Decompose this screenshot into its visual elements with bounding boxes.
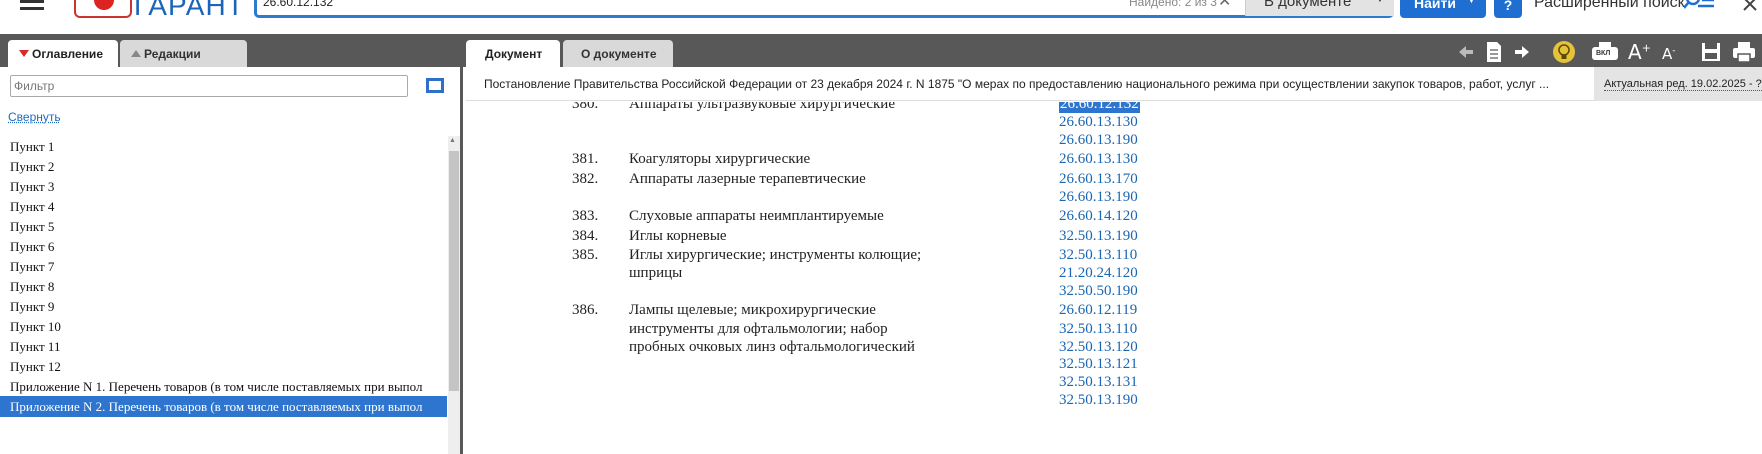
print-icon[interactable] bbox=[1732, 40, 1756, 64]
font-increase-icon[interactable]: A+ bbox=[1628, 40, 1654, 64]
code-link[interactable]: 26.60.12.119 bbox=[1059, 302, 1137, 319]
tab-toc-label: Оглавление bbox=[32, 47, 103, 61]
code-link[interactable]: 26.60.13.130 bbox=[1059, 151, 1138, 168]
row-number: 382. bbox=[572, 171, 599, 187]
toc-item[interactable]: Пункт 3 bbox=[0, 176, 447, 197]
code-link[interactable]: 32.50.13.110 bbox=[1059, 321, 1137, 338]
row-number: 386. bbox=[572, 302, 599, 318]
search-found-count: Найдено: 2 из 3 bbox=[1129, 0, 1217, 9]
toc-item[interactable]: Пункт 8 bbox=[0, 276, 447, 297]
advanced-search-link[interactable]: Расширенный поиск bbox=[1534, 0, 1685, 12]
chevron-down-icon: ▼ bbox=[1466, 0, 1477, 6]
row-name: Иглы корневые bbox=[629, 228, 727, 244]
save-icon[interactable] bbox=[1700, 40, 1722, 64]
filter-input[interactable]: Фильтр bbox=[10, 75, 408, 97]
row-name: Слуховые аппараты неимплантируемые bbox=[629, 208, 884, 224]
code-link[interactable]: 32.50.50.190 bbox=[1059, 283, 1138, 300]
document-icon[interactable] bbox=[1484, 40, 1504, 64]
row-number: 385. bbox=[572, 247, 599, 263]
filter-placeholder: Фильтр bbox=[14, 79, 55, 93]
toc-item[interactable]: Пункт 12 bbox=[0, 356, 447, 377]
arrow-right-icon[interactable] bbox=[1512, 40, 1532, 64]
menu-icon[interactable] bbox=[20, 0, 44, 12]
code-link[interactable]: 21.20.24.120 bbox=[1059, 265, 1138, 282]
row-number: 381. bbox=[572, 151, 599, 167]
tab-editions-label: Редакции bbox=[144, 47, 201, 61]
code-link[interactable]: 32.50.13.190 bbox=[1059, 392, 1138, 409]
collapse-link[interactable]: Свернуть bbox=[8, 110, 61, 124]
toc-item[interactable]: Пункт 4 bbox=[0, 196, 447, 217]
tab-about-label: О документе bbox=[581, 47, 657, 61]
help-button[interactable]: ? bbox=[1494, 0, 1522, 18]
toc-item[interactable]: Пункт 2 bbox=[0, 156, 447, 177]
code-link[interactable]: 26.60.14.120 bbox=[1059, 208, 1138, 225]
font-decrease-icon[interactable]: A- bbox=[1662, 45, 1684, 69]
code-link[interactable]: 26.60.13.170 bbox=[1059, 171, 1138, 188]
toc-item[interactable]: Пункт 9 bbox=[0, 296, 447, 317]
code-link[interactable]: 26.60.13.190 bbox=[1059, 189, 1138, 206]
row-name: шприцы bbox=[629, 265, 683, 281]
tab-document-label: Документ bbox=[485, 47, 543, 61]
tab-toc[interactable]: Оглавление bbox=[8, 40, 118, 67]
toc-item-selected[interactable]: Приложение N 2. Перечень товаров (в том … bbox=[0, 396, 447, 417]
toggle-on-label: ВКЛ bbox=[1596, 50, 1611, 57]
row-number: 383. bbox=[572, 208, 599, 224]
triangle-down-icon bbox=[19, 50, 29, 57]
lightbulb-icon[interactable] bbox=[1550, 40, 1578, 64]
row-number: 380. bbox=[572, 102, 599, 112]
search-scope-label: В документе bbox=[1264, 0, 1352, 10]
toc-item[interactable]: Пункт 6 bbox=[0, 236, 447, 257]
document-header: Постановление Правительства Российской Ф… bbox=[466, 67, 1762, 101]
chevron-down-icon: ▼ bbox=[1374, 0, 1386, 5]
arrow-left-icon[interactable] bbox=[1456, 40, 1476, 64]
document-title: Постановление Правительства Российской Ф… bbox=[484, 77, 1550, 91]
tab-document[interactable]: Документ bbox=[466, 40, 560, 67]
search-scope-select[interactable]: В документе ▼ bbox=[1245, 0, 1394, 16]
code-link-highlighted[interactable]: 26.60.12.132 bbox=[1059, 102, 1140, 113]
row-name: Иглы хирургические; инструменты колющие; bbox=[629, 247, 922, 263]
row-name: инструменты для офтальмологии; набор bbox=[629, 321, 888, 337]
advanced-search-icon[interactable] bbox=[1684, 0, 1714, 12]
garant-logo-icon[interactable] bbox=[74, 0, 132, 18]
code-link[interactable]: 32.50.13.120 bbox=[1059, 339, 1138, 356]
toc-item[interactable]: Пункт 7 bbox=[0, 256, 447, 277]
code-link[interactable]: 26.60.13.130 bbox=[1059, 114, 1138, 131]
toc-item[interactable]: Приложение N 1. Перечень товаров (в том … bbox=[0, 376, 447, 397]
search-box[interactable]: 26.60.12.132 Найдено: 2 из 3 ✕ В докумен… bbox=[254, 0, 1394, 18]
clear-search-icon[interactable]: ✕ bbox=[1218, 0, 1231, 11]
panel-toggle-icon[interactable] bbox=[426, 78, 444, 93]
toc-item[interactable]: Пункт 1 bbox=[0, 136, 447, 157]
search-input[interactable]: 26.60.12.132 bbox=[263, 0, 333, 9]
row-number: 384. bbox=[572, 228, 599, 244]
row-name: пробных очковых линз офтальмологический bbox=[629, 339, 915, 355]
scrollbar-thumb[interactable] bbox=[449, 151, 459, 391]
code-link[interactable]: 26.60.13.190 bbox=[1059, 132, 1138, 149]
close-icon[interactable] bbox=[1742, 0, 1758, 14]
scroll-up-icon[interactable]: ▲ bbox=[449, 137, 456, 144]
code-link[interactable]: 32.50.13.131 bbox=[1059, 374, 1138, 391]
toc-item[interactable]: Пункт 5 bbox=[0, 216, 447, 237]
actual-edition-badge[interactable]: Актуальная ред. 19.02.2025 - ? bbox=[1594, 67, 1762, 101]
code-link[interactable]: 32.50.13.110 bbox=[1059, 247, 1137, 264]
row-name: Аппараты ультразвуковые хирургические bbox=[629, 102, 895, 112]
toc-item[interactable]: Пункт 11 bbox=[0, 336, 447, 357]
actual-edition-label: Актуальная ред. 19.02.2025 - ? bbox=[1604, 78, 1762, 91]
logo-text[interactable]: ГАРАНТ bbox=[134, 0, 245, 22]
tab-editions[interactable]: Редакции bbox=[120, 40, 247, 67]
row-name: Лампы щелевые; микрохирургические bbox=[629, 302, 876, 318]
row-name: Коагуляторы хирургические bbox=[629, 151, 811, 167]
toc-item[interactable]: Пункт 10 bbox=[0, 316, 447, 337]
find-button[interactable]: Найти ▼ bbox=[1400, 0, 1486, 18]
toc-panel: Фильтр Свернуть Пункт 1 Пункт 2 Пункт 3 … bbox=[0, 67, 463, 454]
find-button-label: Найти bbox=[1414, 0, 1456, 11]
toggle-on-icon[interactable]: ВКЛ bbox=[1590, 40, 1620, 64]
top-bar: ГАРАНТ 26.60.12.132 Найдено: 2 из 3 ✕ В … bbox=[0, 0, 1762, 34]
tab-about-document[interactable]: О документе bbox=[563, 40, 673, 67]
row-name: Аппараты лазерные терапевтические bbox=[629, 171, 866, 187]
code-link[interactable]: 32.50.13.121 bbox=[1059, 356, 1138, 373]
code-link[interactable]: 32.50.13.190 bbox=[1059, 228, 1138, 245]
toc-list: Пункт 1 Пункт 2 Пункт 3 Пункт 4 Пункт 5 … bbox=[0, 136, 447, 454]
triangle-up-icon bbox=[131, 50, 141, 57]
document-body: 380. Аппараты ультразвуковые хирургическ… bbox=[466, 102, 1762, 454]
